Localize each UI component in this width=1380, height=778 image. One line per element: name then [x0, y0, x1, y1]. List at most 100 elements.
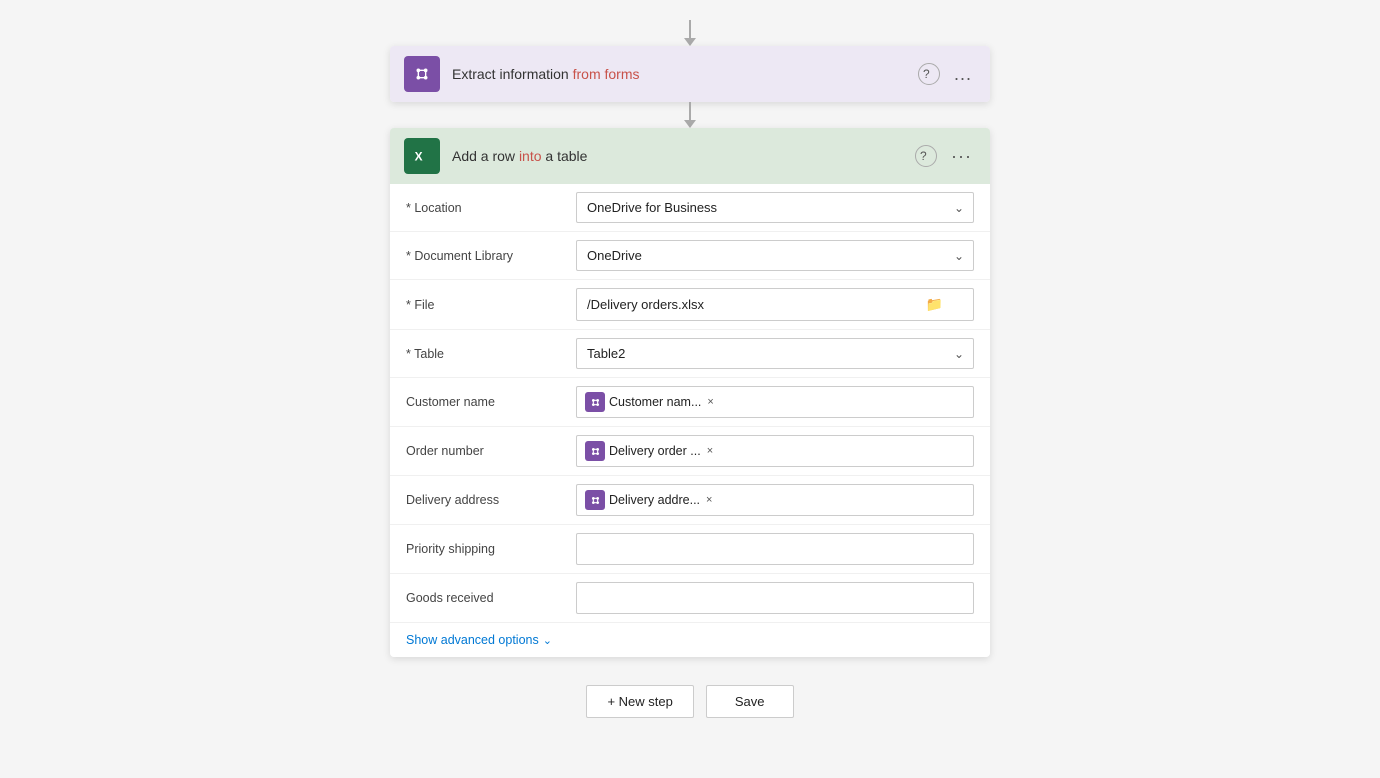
- excel-card: X Add a row into a table ? ··· * Locatio…: [390, 128, 990, 657]
- location-label: * Location: [406, 201, 576, 215]
- new-step-label: + New step: [607, 694, 672, 709]
- table-row: * Table Table2 ⌄: [390, 330, 990, 378]
- excel-card-body: * Location OneDrive for Business ⌄ * Doc…: [390, 184, 990, 657]
- delivery-address-field: Delivery addre... ×: [576, 484, 974, 516]
- file-row: * File /Delivery orders.xlsx 📁: [390, 280, 990, 330]
- form-recognizer-icon: [411, 63, 433, 85]
- excel-more-icon: ···: [951, 146, 972, 167]
- customer-name-form-icon: [589, 396, 602, 409]
- excel-title-highlight: into: [519, 148, 542, 164]
- folder-icon: 📁: [926, 296, 943, 313]
- excel-logo-icon: X: [411, 145, 433, 167]
- customer-name-tag: Customer nam... ×: [585, 392, 714, 412]
- order-number-tag: Delivery order ... ×: [585, 441, 713, 461]
- show-advanced-button[interactable]: Show advanced options ⌄: [406, 633, 552, 647]
- extract-card-header: Extract information from forms ? ...: [390, 46, 990, 102]
- delivery-address-tag-icon: [585, 490, 605, 510]
- table-field: Table2 ⌄: [576, 338, 974, 369]
- more-icon: ...: [954, 64, 972, 85]
- delivery-address-row: Delivery address: [390, 476, 990, 525]
- customer-name-field: Customer nam... ×: [576, 386, 974, 418]
- arrow-head-2: [684, 120, 696, 128]
- new-step-button[interactable]: + New step: [586, 685, 693, 718]
- advanced-options-row: Show advanced options ⌄: [390, 623, 990, 657]
- excel-card-actions: ? ···: [915, 144, 976, 169]
- order-number-field: Delivery order ... ×: [576, 435, 974, 467]
- doc-library-select[interactable]: OneDrive: [576, 240, 974, 271]
- arrow-line: [689, 20, 691, 38]
- excel-card-title: Add a row into a table: [452, 148, 915, 164]
- customer-name-row: Customer name: [390, 378, 990, 427]
- goods-received-row: Goods received: [390, 574, 990, 623]
- file-input[interactable]: /Delivery orders.xlsx 📁: [576, 288, 974, 321]
- delivery-address-tag-text: Delivery addre...: [609, 493, 700, 507]
- location-field: OneDrive for Business ⌄: [576, 192, 974, 223]
- location-select[interactable]: OneDrive for Business: [576, 192, 974, 223]
- doc-library-value: OneDrive: [587, 248, 642, 263]
- excel-title-start: Add a row: [452, 148, 519, 164]
- order-number-form-icon: [589, 445, 602, 458]
- order-number-row: Order number: [390, 427, 990, 476]
- doc-library-label: * Document Library: [406, 249, 576, 263]
- delivery-address-label: Delivery address: [406, 493, 576, 507]
- extract-icon: [404, 56, 440, 92]
- extract-title-highlight: from forms: [569, 66, 640, 82]
- order-number-tag-input[interactable]: Delivery order ... ×: [576, 435, 974, 467]
- arrow-line-2: [689, 102, 691, 120]
- customer-name-tag-close[interactable]: ×: [707, 396, 713, 408]
- delivery-address-tag-input[interactable]: Delivery addre... ×: [576, 484, 974, 516]
- priority-shipping-label: Priority shipping: [406, 542, 576, 556]
- goods-received-input[interactable]: [576, 582, 974, 614]
- bottom-actions: + New step Save: [586, 685, 793, 718]
- doc-library-select-wrapper: OneDrive ⌄: [576, 240, 974, 271]
- excel-more-button[interactable]: ···: [947, 144, 976, 169]
- goods-received-label: Goods received: [406, 591, 576, 605]
- table-value: Table2: [587, 346, 625, 361]
- delivery-address-tag: Delivery addre... ×: [585, 490, 712, 510]
- extract-card-title: Extract information from forms: [452, 66, 918, 82]
- arrow-head: [684, 38, 696, 46]
- chevron-down-icon: ⌄: [543, 634, 552, 647]
- extract-card: Extract information from forms ? ...: [390, 46, 990, 102]
- svg-text:X: X: [415, 150, 423, 164]
- doc-library-field: OneDrive ⌄: [576, 240, 974, 271]
- table-label: * Table: [406, 347, 576, 361]
- customer-name-tag-icon: [585, 392, 605, 412]
- doc-library-row: * Document Library OneDrive ⌄: [390, 232, 990, 280]
- order-number-label: Order number: [406, 444, 576, 458]
- priority-shipping-input[interactable]: [576, 533, 974, 565]
- extract-help-button[interactable]: ?: [918, 63, 940, 85]
- customer-name-label: Customer name: [406, 395, 576, 409]
- delivery-address-tag-close[interactable]: ×: [706, 494, 712, 506]
- location-value: OneDrive for Business: [587, 200, 717, 215]
- delivery-address-form-icon: [589, 494, 602, 507]
- save-button[interactable]: Save: [706, 685, 794, 718]
- excel-title-end: a table: [542, 148, 588, 164]
- show-advanced-label: Show advanced options: [406, 633, 539, 647]
- middle-arrow: [684, 102, 696, 128]
- order-number-tag-icon: [585, 441, 605, 461]
- extract-more-button[interactable]: ...: [950, 62, 976, 87]
- table-select-wrapper: Table2 ⌄: [576, 338, 974, 369]
- location-row: * Location OneDrive for Business ⌄: [390, 184, 990, 232]
- file-value: /Delivery orders.xlsx: [587, 297, 704, 312]
- location-select-wrapper: OneDrive for Business ⌄: [576, 192, 974, 223]
- excel-card-header: X Add a row into a table ? ···: [390, 128, 990, 184]
- file-field-wrapper: /Delivery orders.xlsx 📁: [576, 288, 974, 321]
- customer-name-tag-input[interactable]: Customer nam... ×: [576, 386, 974, 418]
- order-number-tag-close[interactable]: ×: [707, 445, 713, 457]
- extract-title-text: Extract information: [452, 66, 569, 82]
- goods-received-field: [576, 582, 974, 614]
- excel-icon: X: [404, 138, 440, 174]
- save-label: Save: [735, 694, 765, 709]
- top-arrow: [684, 20, 696, 46]
- priority-shipping-field: [576, 533, 974, 565]
- file-label: * File: [406, 298, 576, 312]
- order-number-tag-text: Delivery order ...: [609, 444, 701, 458]
- customer-name-tag-text: Customer nam...: [609, 395, 701, 409]
- priority-shipping-row: Priority shipping: [390, 525, 990, 574]
- extract-card-actions: ? ...: [918, 62, 976, 87]
- table-select[interactable]: Table2: [576, 338, 974, 369]
- excel-help-button[interactable]: ?: [915, 145, 937, 167]
- page-container: Extract information from forms ? ...: [0, 0, 1380, 778]
